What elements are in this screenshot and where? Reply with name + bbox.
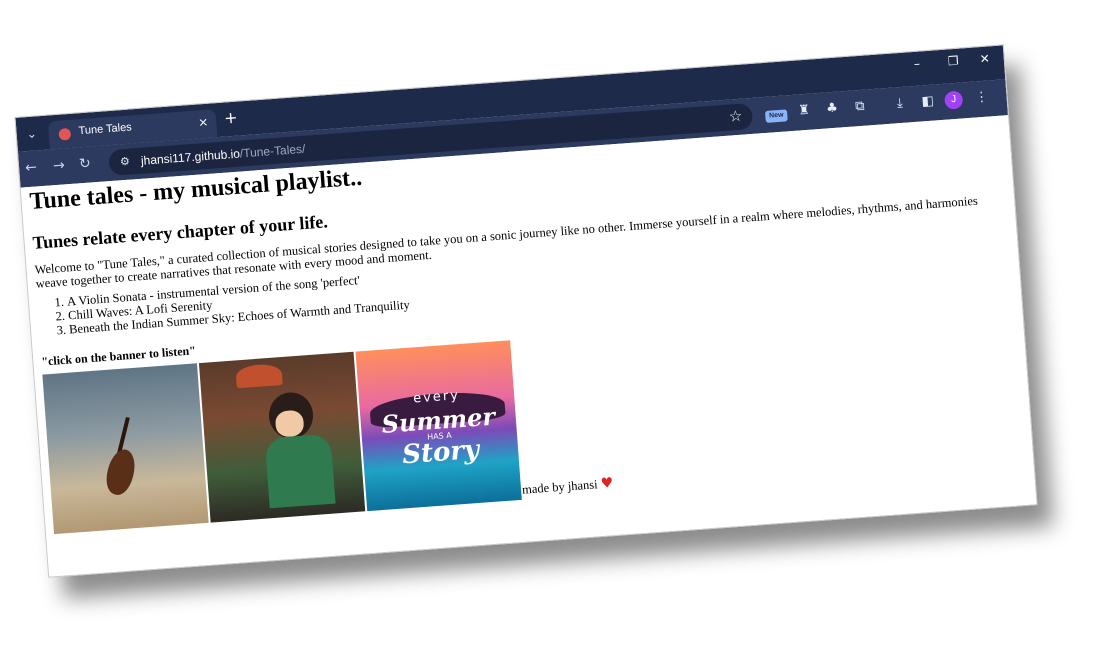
violin-body-shape — [102, 446, 139, 498]
tab-title: Tune Tales — [78, 121, 133, 138]
restore-icon[interactable]: ❐ — [947, 54, 959, 69]
banner-row: every Summer HAS A Story — [42, 340, 523, 535]
url-host: jhansi117.github.io — [140, 146, 241, 168]
footer-credit: made by jhansi ♥ — [521, 475, 614, 498]
tab-search-icon[interactable]: ⌄ — [22, 124, 41, 143]
downloads-icon[interactable]: ⤓ — [890, 94, 909, 113]
url-path: /Tune-Tales/ — [239, 141, 306, 161]
girl-body-shape — [264, 433, 336, 509]
footer-text: made by jhansi — [521, 477, 599, 497]
minimize-icon[interactable]: – — [913, 57, 920, 71]
browser-window: ⌄ Tune Tales × + – ❐ ✕ ← → ↻ ⚙ jhansi117… — [14, 44, 1038, 578]
extension-tree-icon[interactable]: ♣ — [822, 99, 841, 118]
lamp-shape — [235, 363, 283, 389]
url-text[interactable]: jhansi117.github.io/Tune-Tales/ — [140, 142, 305, 168]
close-window-icon[interactable]: ✕ — [979, 51, 990, 66]
heart-icon: ♥ — [600, 475, 614, 492]
profile-avatar[interactable]: J — [944, 90, 964, 110]
new-tab-button[interactable]: + — [223, 108, 238, 128]
banner-lofi-serenity[interactable] — [198, 351, 366, 523]
screenshot-stage: ⌄ Tune Tales × + – ❐ ✕ ← → ↻ ⚙ jhansi117… — [0, 0, 1103, 663]
extensions-puzzle-icon[interactable]: ⧉ — [850, 97, 869, 116]
tab-close-icon[interactable]: × — [198, 115, 209, 130]
tab-favicon — [58, 127, 72, 141]
bookmark-star-icon[interactable]: ☆ — [728, 107, 743, 126]
banner-violin-sonata[interactable] — [42, 363, 209, 535]
site-info-icon[interactable]: ⚙ — [116, 153, 133, 170]
page-content: Tune tales - my musical playlist.. Tunes… — [20, 115, 1037, 577]
forward-icon[interactable]: → — [53, 157, 66, 174]
banner-indian-summer[interactable]: every Summer HAS A Story — [355, 340, 522, 512]
reload-icon[interactable]: ↻ — [78, 156, 91, 173]
side-panel-icon[interactable]: ◧ — [918, 92, 937, 111]
back-icon[interactable]: ← — [25, 159, 38, 176]
extension-new-icon[interactable]: New — [764, 109, 788, 123]
extension-bottle-icon[interactable]: ♜ — [794, 101, 813, 120]
menu-kebab-icon[interactable]: ⋮ — [972, 88, 991, 107]
